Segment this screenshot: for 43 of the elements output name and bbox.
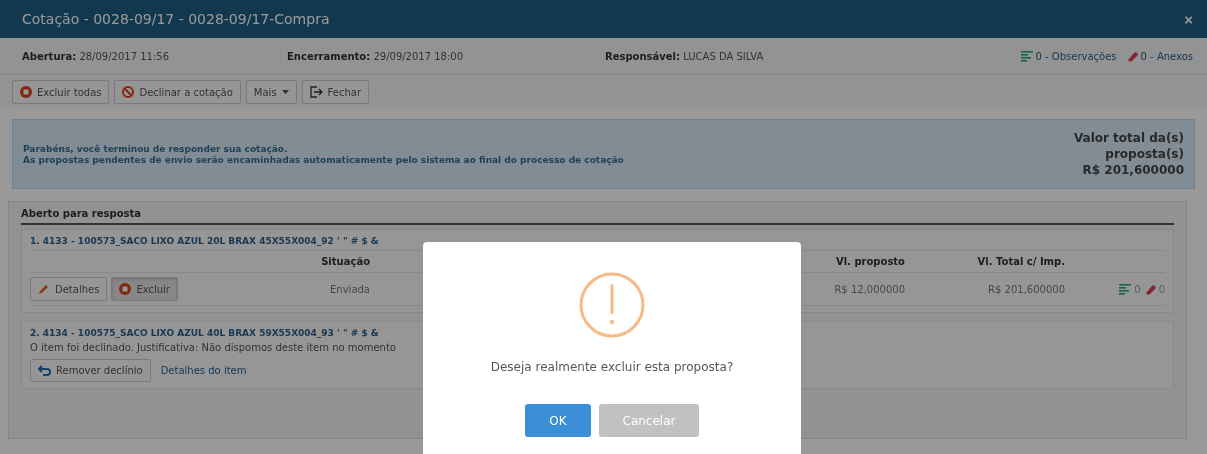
item-title[interactable]: 1. 4133 - 100573_SACO LIXO AZUL 20L BRAX 45X55X004_92 ' " # $ & [30, 236, 1165, 246]
exit-icon [309, 86, 323, 98]
decline-message: O item foi declinado. Justificativa: Não dispomos deste item no momento [30, 342, 397, 353]
toolbar-button[interactable]: Fechar [301, 80, 370, 104]
alert-text: As propostas pendentes de envio serão encaminhadas automaticamente pelo sistema ao final do processo de cotação [23, 154, 624, 165]
undo-icon [38, 365, 51, 376]
column-header: Vl. Total c/ Imp. [977, 256, 1065, 267]
lines-icon [1020, 50, 1033, 62]
delete-icon [119, 283, 132, 295]
window-title: Cotação - 0028-09/17 - 0028-09/17-Compra [22, 11, 330, 27]
delete-icon [20, 86, 32, 98]
notes-link[interactable]: 0 - Observações [1035, 50, 1117, 62]
responsible: Responsável: LUCAS DA SILVA [605, 50, 765, 62]
prohibited-icon [122, 86, 135, 98]
total-value: Valor total da(s) [1073, 131, 1184, 145]
notes-count[interactable]: 0 [1134, 283, 1141, 295]
total-value: proposta(s) [1104, 147, 1184, 161]
ok-button[interactable]: OK [525, 404, 591, 437]
table-cell: Enviada [330, 283, 370, 295]
attachments-link[interactable]: 0 - Anexos [1140, 50, 1193, 62]
column-header: Situação [321, 256, 370, 267]
table-cell: R$ 12,000000 [834, 283, 905, 295]
alert-text: Parabéns, você terminou de responder sua cotação. [23, 143, 289, 154]
details-button[interactable]: Detalhes [30, 277, 108, 301]
total-value: R$ 201,600000 [1081, 163, 1184, 177]
lines-icon [1119, 283, 1132, 295]
toolbar-button[interactable]: Declinar a cotação [114, 80, 241, 104]
closing-date: Encerramento: 29/09/2017 18:00 [287, 50, 465, 62]
opening-date: Abertura: 28/09/2017 11:56 [22, 50, 170, 62]
table-cell: R$ 201,600000 [988, 283, 1065, 295]
item-title[interactable]: 2. 4134 - 100575_SACO LIXO AZUL 40L BRAX 59X55X004_93 ' " # $ & [30, 328, 1165, 338]
toolbar-button[interactable]: Excluir todas [12, 80, 110, 104]
item-details-link[interactable]: Detalhes do item [160, 365, 247, 376]
column-header: Vl. proposto [835, 256, 905, 267]
remove-decline-button[interactable]: Remover declínio [30, 359, 151, 382]
close-button[interactable]: × [1178, 9, 1199, 29]
pencil-icon [38, 283, 50, 295]
dialog-message: Deseja realmente excluir esta proposta? [490, 360, 734, 374]
caret-icon [281, 90, 289, 94]
delete-button[interactable]: Excluir [111, 277, 178, 301]
more-dropdown[interactable]: Mais [245, 80, 297, 104]
warning-icon [579, 272, 645, 338]
section-title: Aberto para resposta [21, 208, 1174, 225]
